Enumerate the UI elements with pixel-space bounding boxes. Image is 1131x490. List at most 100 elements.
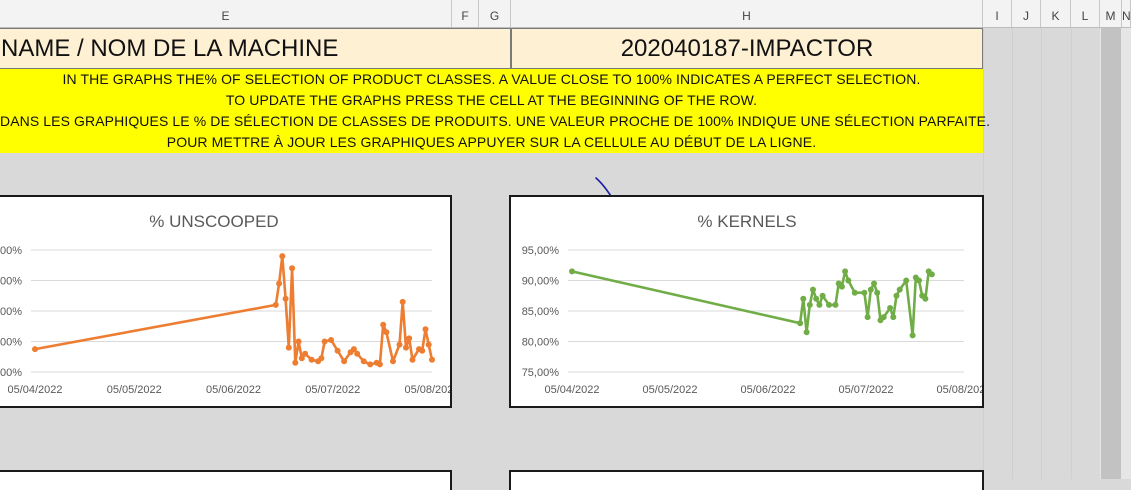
data-point bbox=[803, 329, 810, 336]
data-point bbox=[425, 341, 432, 348]
data-point bbox=[890, 314, 897, 321]
chart-lower-left[interactable] bbox=[0, 470, 452, 490]
data-point bbox=[838, 283, 845, 290]
y-tick-label: 00% bbox=[0, 367, 22, 379]
data-point bbox=[806, 301, 813, 308]
data-point bbox=[864, 314, 871, 321]
data-point bbox=[341, 358, 348, 365]
chart-unscooped-svg: % UNSCOOPED 00% 00% 00% 00% 00% 05/04/2022 05/0… bbox=[0, 212, 450, 396]
data-point bbox=[360, 358, 367, 365]
chart-title: % KERNELS bbox=[697, 212, 796, 231]
data-point bbox=[842, 268, 849, 275]
y-tick-label: 00% bbox=[0, 245, 22, 257]
banner-line-1: IN THE GRAPHS THE% OF SELECTION OF PRODU… bbox=[62, 71, 921, 87]
gridline bbox=[1012, 28, 1013, 479]
data-point bbox=[302, 350, 309, 357]
data-point bbox=[880, 314, 887, 321]
chart-lower-right[interactable] bbox=[509, 470, 984, 490]
data-point bbox=[380, 321, 387, 328]
data-point bbox=[871, 280, 877, 287]
gridline bbox=[1041, 28, 1042, 479]
data-point bbox=[292, 359, 299, 366]
y-tick-label: 75,00% bbox=[522, 367, 560, 379]
data-point bbox=[308, 356, 315, 363]
data-point bbox=[569, 268, 575, 275]
x-tick-label: 05/06/2022 bbox=[740, 384, 795, 396]
column-header-m[interactable]: M bbox=[1100, 0, 1122, 27]
banner-line-3: DANS LES GRAPHIQUES LE % DE SÉLECTION DE… bbox=[0, 113, 991, 129]
data-point bbox=[429, 356, 435, 363]
x-tick-label: 05/05/2022 bbox=[107, 384, 162, 396]
series-line bbox=[34, 254, 434, 366]
data-point bbox=[928, 271, 935, 278]
data-point bbox=[383, 329, 390, 336]
x-tick-label: 05/06/2022 bbox=[206, 384, 261, 396]
column-header-h[interactable]: H bbox=[511, 0, 983, 27]
data-point bbox=[334, 347, 341, 354]
data-point bbox=[874, 289, 881, 296]
data-point bbox=[390, 358, 396, 365]
data-point bbox=[409, 356, 416, 363]
data-point bbox=[399, 298, 406, 305]
banner-line-2: TO UPDATE THE GRAPHS PRESS THE CELL AT T… bbox=[225, 92, 758, 108]
chart-unscooped[interactable]: % UNSCOOPED 00% 00% 00% 00% 00% 05/04/2022 05/0… bbox=[0, 195, 452, 408]
data-point bbox=[903, 277, 910, 284]
data-point bbox=[832, 301, 839, 308]
data-point bbox=[272, 301, 279, 308]
data-point bbox=[922, 295, 929, 302]
machine-id-value: 202040187-IMPACTOR bbox=[620, 35, 874, 62]
column-header-e[interactable]: E bbox=[0, 0, 452, 27]
y-tick-label: 95,00% bbox=[522, 245, 560, 257]
data-point bbox=[396, 341, 403, 348]
data-point bbox=[867, 286, 874, 293]
data-point bbox=[318, 355, 325, 362]
x-tick-label: 05/04/2022 bbox=[7, 384, 62, 396]
data-point bbox=[367, 361, 374, 368]
data-point bbox=[909, 332, 916, 339]
x-tick-label: 05/07/2022 bbox=[305, 384, 360, 396]
data-point bbox=[845, 277, 852, 284]
data-point bbox=[810, 286, 816, 293]
column-header-bar: E F G H I J K L M N bbox=[0, 0, 1131, 28]
data-point bbox=[800, 295, 807, 302]
column-header-l[interactable]: L bbox=[1071, 0, 1100, 27]
data-point bbox=[422, 326, 429, 333]
banner-line-4: POUR METTRE À JOUR LES GRAPHIQUES APPUYE… bbox=[166, 134, 817, 150]
machine-id-cell[interactable]: 202040187-IMPACTOR bbox=[511, 28, 983, 69]
data-point bbox=[916, 277, 922, 284]
data-point bbox=[896, 286, 903, 293]
data-point bbox=[816, 301, 823, 308]
y-tick-label: 80,00% bbox=[522, 337, 560, 349]
vertical-scrollbar-thumb[interactable] bbox=[1101, 28, 1121, 479]
data-point bbox=[851, 289, 858, 296]
data-point bbox=[276, 280, 283, 287]
column-header-i[interactable]: I bbox=[983, 0, 1012, 27]
data-point bbox=[406, 335, 413, 342]
column-header-f[interactable]: F bbox=[452, 0, 479, 27]
chart-kernels-svg: % KERNELS 95,00% 90,00% 85,00% 80,00% 75,00% 0… bbox=[522, 212, 982, 396]
data-point bbox=[419, 347, 426, 354]
chart-title: % UNSCOOPED bbox=[149, 212, 278, 231]
chart-kernels[interactable]: % KERNELS 95,00% 90,00% 85,00% 80,00% 75,00% 0… bbox=[509, 195, 984, 408]
data-point bbox=[285, 344, 292, 351]
column-header-n[interactable]: N bbox=[1122, 0, 1131, 27]
data-point bbox=[354, 350, 361, 357]
gridline bbox=[1071, 28, 1072, 479]
data-point bbox=[289, 265, 296, 272]
column-header-k[interactable]: K bbox=[1041, 0, 1071, 27]
machine-name-label-cell[interactable]: NAME / NOM DE LA MACHINE bbox=[0, 28, 511, 69]
data-point bbox=[321, 338, 328, 345]
y-tick-label: 00% bbox=[0, 276, 22, 288]
y-tick-label: 85,00% bbox=[522, 306, 560, 318]
column-header-g[interactable]: G bbox=[479, 0, 511, 27]
x-tick-label: 05/08/2022 bbox=[404, 384, 450, 396]
data-point bbox=[403, 344, 409, 351]
data-point bbox=[826, 301, 832, 308]
column-header-j[interactable]: J bbox=[1012, 0, 1041, 27]
data-point bbox=[328, 337, 335, 343]
instructions-banner[interactable]: IN THE GRAPHS THE% OF SELECTION OF PRODU… bbox=[0, 69, 991, 153]
x-tick-label: 05/05/2022 bbox=[642, 384, 697, 396]
data-point bbox=[813, 295, 820, 302]
data-point bbox=[797, 320, 804, 327]
data-point bbox=[819, 292, 826, 299]
